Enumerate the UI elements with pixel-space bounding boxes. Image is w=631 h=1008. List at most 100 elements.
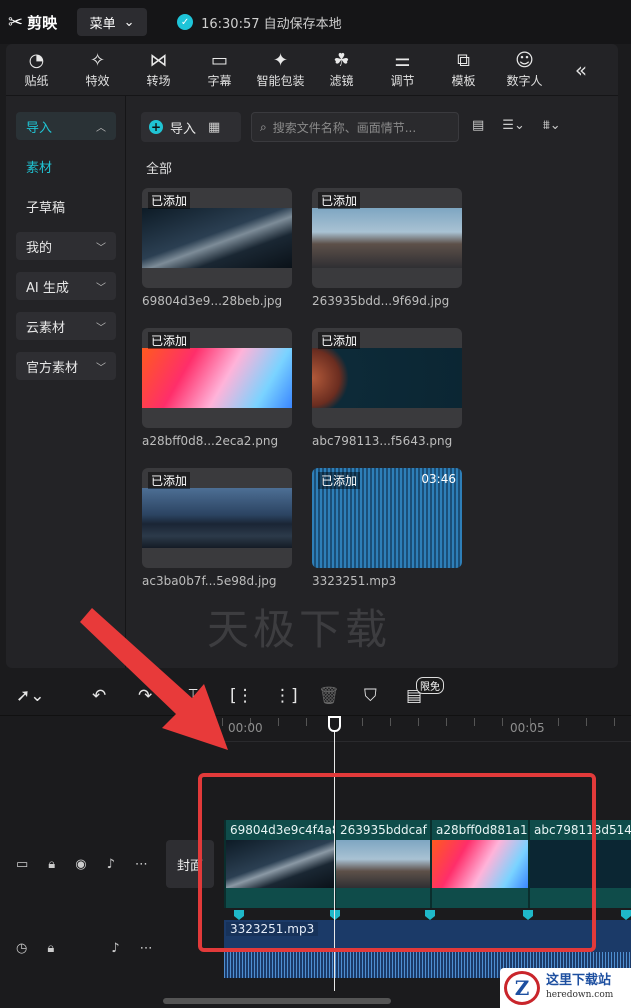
- lock-icon[interactable]: 🔒︎: [47, 941, 54, 956]
- sidebar-item-label: AI 生成: [26, 280, 69, 296]
- tool-transition[interactable]: ⋈ 转场: [128, 50, 189, 89]
- site-logo: Z 这里下载站 heredown.com: [500, 968, 631, 1008]
- delete-icon[interactable]: 🗑: [318, 686, 340, 706]
- media-card[interactable]: 已添加 ac3ba0b7f...5e98d.jpg: [142, 468, 292, 588]
- tool-subtitle[interactable]: ▭ 字幕: [189, 50, 250, 89]
- media-thumbnail[interactable]: 已添加: [142, 468, 292, 568]
- tool-label: 滤镜: [329, 74, 354, 88]
- sidebar-item-ai[interactable]: AI 生成 ﹀: [16, 272, 116, 300]
- video-track-header: ▭ 🔒︎ ◉ ♪ ⋯: [0, 816, 160, 912]
- sidebar-item-label: 子草稿: [26, 200, 66, 216]
- collapse-icon[interactable]: «: [561, 58, 601, 82]
- tool-adjust[interactable]: ⚌ 调节: [372, 50, 433, 89]
- import-button[interactable]: + 导入 ▦: [141, 112, 241, 142]
- site-url: heredown.com: [546, 990, 614, 1000]
- chevron-down-icon: ⌄: [123, 14, 135, 30]
- media-thumbnail[interactable]: 已添加: [312, 328, 462, 428]
- template-icon: ⧉: [457, 50, 470, 71]
- sidebar-item-label: 素材: [26, 160, 53, 176]
- ruler-label: 00:05: [510, 721, 545, 735]
- media-content: + 导入 ▦ ⌕ 搜索文件名称、画面情节... ▤ ☰⌄ ⩩⌄ 全部 已添加 6980…: [127, 96, 618, 668]
- more-icon[interactable]: ⋯: [135, 857, 148, 872]
- sidebar-item-subdraft[interactable]: 子草稿: [16, 192, 116, 220]
- volume-icon[interactable]: ♪: [107, 857, 115, 872]
- audio-track-icon: ◷: [16, 940, 28, 956]
- tool-label: 字幕: [207, 74, 232, 88]
- horizontal-scrollbar[interactable]: [163, 998, 391, 1004]
- media-thumbnail[interactable]: 已添加: [142, 328, 292, 428]
- annotation-arrow-icon: [80, 608, 228, 750]
- filter-icon[interactable]: ⩩⌄: [543, 118, 561, 133]
- media-thumbnail[interactable]: 已添加: [142, 188, 292, 288]
- file-name: 3323251.mp3: [312, 574, 397, 588]
- chevron-up-icon: ︿: [96, 122, 106, 134]
- autosave-status: ✓ 16:30:57 自动保存本地: [177, 13, 342, 32]
- chevron-down-icon: ﹀: [96, 362, 106, 374]
- chevron-down-icon: ﹀: [96, 322, 106, 334]
- thumbnail-image: [312, 208, 462, 268]
- marker-icon[interactable]: ⛉: [364, 686, 377, 706]
- media-thumbnail[interactable]: 已添加 03:46: [312, 468, 462, 568]
- free-badge: 限免: [416, 677, 444, 694]
- added-badge: 已添加: [148, 472, 191, 489]
- file-name: ac3ba0b7f...5e98d.jpg: [142, 574, 277, 588]
- media-card[interactable]: 已添加 263935bdd...9f69d.jpg: [312, 188, 462, 308]
- search-input[interactable]: ⌕ 搜索文件名称、画面情节...: [251, 112, 459, 142]
- tool-template[interactable]: ⧉ 模板: [433, 50, 494, 89]
- file-name: abc798113...f5643.png: [312, 434, 453, 448]
- file-name: 263935bdd...9f69d.jpg: [312, 294, 450, 308]
- media-panel: ◔ 贴纸 ✧ 特效 ⋈ 转场 ▭ 字幕 ✦ 智能包装 ☘ 滤镜 ⚌ 调节 ⧉ 模板 ☺ 数字人 «…: [6, 44, 618, 668]
- tool-label: 调节: [390, 74, 415, 88]
- media-sidebar: 导入 ︿ 素材 子草稿 我的 ﹀ AI 生成 ﹀ 云素材 ﹀ 官方素材 ﹀: [6, 96, 126, 668]
- thumbnail-image: [142, 348, 292, 408]
- sidebar-item-material[interactable]: 素材: [16, 152, 116, 180]
- sidebar-item-official[interactable]: 官方素材 ﹀: [16, 352, 116, 380]
- select-cursor-icon[interactable]: ➚⌄: [16, 686, 45, 706]
- sidebar-item-cloud[interactable]: 云素材 ﹀: [16, 312, 116, 340]
- file-name: 69804d3e9...28beb.jpg: [142, 294, 283, 308]
- tool-digital-human[interactable]: ☺ 数字人: [494, 50, 555, 89]
- sidebar-item-label: 我的: [26, 240, 53, 256]
- marker-icon[interactable]: [621, 910, 631, 920]
- media-card[interactable]: 已添加 69804d3e9...28beb.jpg: [142, 188, 292, 308]
- sticker-icon: ◔: [28, 50, 45, 71]
- added-badge: 已添加: [148, 192, 191, 209]
- more-icon[interactable]: ⋯: [140, 941, 153, 956]
- volume-icon[interactable]: ♪: [111, 941, 119, 956]
- media-card[interactable]: 已添加 a28bff0d8...2eca2.png: [142, 328, 292, 448]
- ruler-ticks: [222, 718, 631, 726]
- eye-icon[interactable]: ◉: [75, 857, 86, 872]
- playhead-handle[interactable]: [328, 716, 341, 732]
- time-ruler[interactable]: 00:00 00:05: [222, 716, 631, 742]
- sort-icon[interactable]: ☰⌄: [502, 118, 525, 133]
- title-bar: ✂ 剪映 菜单 ⌄ ✓ 16:30:57 自动保存本地: [0, 0, 631, 44]
- check-icon: ✓: [177, 14, 194, 30]
- thumbnail-image: [312, 348, 462, 408]
- search-icon: ⌕: [260, 119, 267, 134]
- grid-view-icon[interactable]: ▤: [472, 118, 484, 133]
- app-name: 剪映: [27, 13, 58, 32]
- sidebar-item-import[interactable]: 导入 ︿: [16, 112, 116, 140]
- qr-code-icon[interactable]: ▦: [208, 120, 220, 135]
- trim-right-icon[interactable]: ⋮]: [274, 686, 298, 706]
- smart-pack-icon: ✦: [272, 50, 289, 71]
- tool-sticker[interactable]: ◔ 贴纸: [6, 50, 67, 89]
- duration-label: 03:46: [421, 472, 456, 486]
- media-card[interactable]: 已添加 03:46 3323251.mp3: [312, 468, 462, 588]
- highlight-box: [198, 773, 596, 952]
- video-track-icon: ▭: [16, 856, 29, 872]
- sidebar-item-mine[interactable]: 我的 ﹀: [16, 232, 116, 260]
- site-logo-mark: Z: [504, 971, 540, 1005]
- tool-smart-pack[interactable]: ✦ 智能包装: [250, 50, 311, 89]
- menu-button[interactable]: 菜单 ⌄: [77, 8, 148, 36]
- sidebar-item-label: 云素材: [26, 320, 66, 336]
- avatar-icon: ☺: [515, 50, 534, 71]
- site-logo-text: 这里下载站 heredown.com: [546, 973, 613, 1003]
- tool-label: 模板: [451, 74, 476, 88]
- media-thumbnail[interactable]: 已添加: [312, 188, 462, 288]
- tool-filter[interactable]: ☘ 滤镜: [311, 50, 372, 89]
- tool-effects[interactable]: ✧ 特效: [67, 50, 128, 89]
- media-card[interactable]: 已添加 abc798113...f5643.png: [312, 328, 462, 448]
- tool-label: 特效: [85, 74, 110, 88]
- lock-icon[interactable]: 🔒︎: [48, 857, 55, 872]
